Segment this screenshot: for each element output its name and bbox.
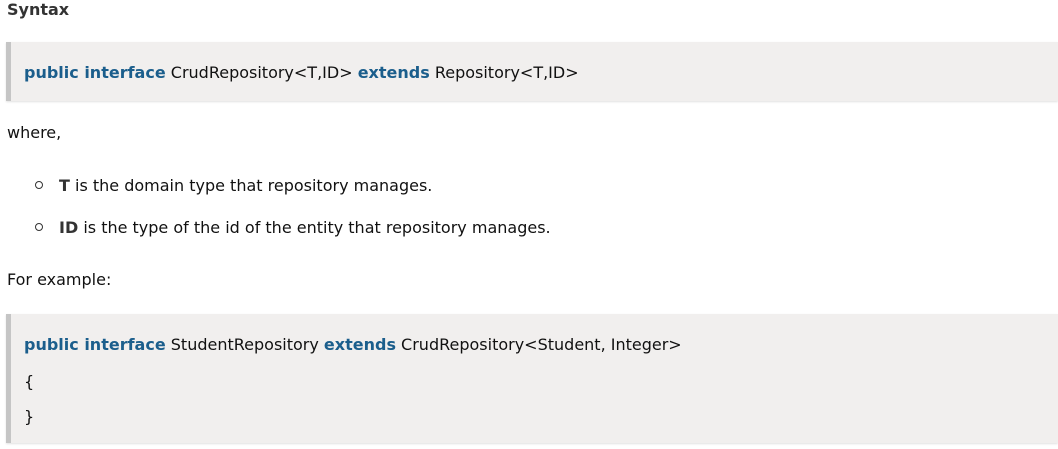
where-text: where, (7, 123, 62, 142)
definition-term: T (59, 176, 70, 195)
list-item: T is the domain type that repository man… (35, 176, 432, 195)
circle-bullet-icon (35, 222, 43, 231)
code-text: Repository<T,ID> (429, 63, 579, 82)
code-keyword: public interface (24, 63, 166, 82)
definition-desc: is the domain type that repository manag… (69, 176, 433, 195)
example-code-line: { (24, 372, 35, 391)
example-code-line: } (24, 407, 35, 426)
code-text: CrudRepository<Student, Integer> (395, 335, 682, 354)
code-keyword: public interface (24, 335, 166, 354)
syntax-code-block: public interface CrudRepository<T,ID> ex… (6, 42, 1058, 101)
example-label: For example: (7, 270, 112, 289)
section-heading: Syntax (7, 0, 70, 19)
code-keyword: extends (323, 335, 396, 354)
code-keyword: extends (357, 63, 430, 82)
list-item: ID is the type of the id of the entity t… (35, 218, 551, 237)
example-code-line: public interface StudentRepository exten… (24, 335, 682, 354)
syntax-code-line: public interface CrudRepository<T,ID> ex… (24, 63, 579, 82)
example-code-block: public interface StudentRepository exten… (6, 314, 1058, 443)
circle-bullet-icon (35, 180, 43, 189)
definition-term: ID (59, 218, 79, 237)
code-text: CrudRepository<T,ID> (165, 63, 358, 82)
definition-desc: is the type of the id of the entity that… (78, 218, 551, 237)
code-text: StudentRepository (165, 335, 324, 354)
